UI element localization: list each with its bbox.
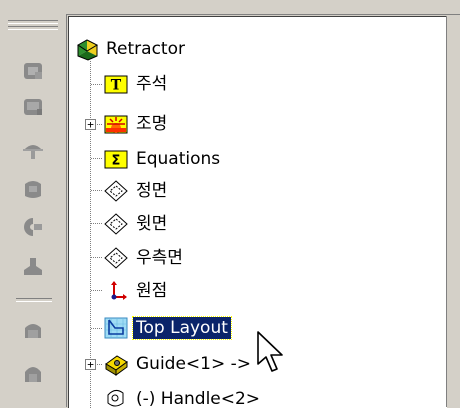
panel-scrollbar[interactable] <box>446 16 460 407</box>
panel-header <box>66 0 460 14</box>
tree-item-label: 윗면 <box>136 214 168 234</box>
draft-icon[interactable] <box>20 360 46 386</box>
sketch-icon <box>103 316 129 340</box>
fillet-icon[interactable] <box>20 254 46 280</box>
tree-item-annotations[interactable]: T 주석 <box>103 70 170 98</box>
extrude-icon[interactable] <box>20 58 46 84</box>
tree-item-lights[interactable]: 조명 <box>103 110 170 138</box>
part-icon <box>103 387 129 408</box>
tree-item-handle[interactable]: (-) Handle<2> <box>103 385 263 408</box>
origin-icon <box>103 279 129 303</box>
plane-icon <box>103 212 129 236</box>
cut-icon[interactable] <box>20 214 46 240</box>
tree-item-guide[interactable]: Guide<1> -> <box>103 350 254 378</box>
mouse-cursor-icon <box>257 331 283 372</box>
svg-text:Σ: Σ <box>112 154 121 169</box>
tree-item-equations[interactable]: Σ Equations <box>103 145 223 173</box>
expand-toggle[interactable]: + <box>85 119 96 130</box>
tree-item-top-plane[interactable]: 윗면 <box>103 210 170 238</box>
annotations-icon: T <box>103 72 129 96</box>
sweep-icon[interactable] <box>20 136 46 162</box>
tree-item-label: 원점 <box>136 281 168 301</box>
svg-text:T: T <box>111 78 122 94</box>
equations-icon: Σ <box>103 147 129 171</box>
tree-item-label: Guide<1> -> <box>136 354 252 374</box>
tree-item-label: Top Layout <box>132 316 232 340</box>
tree-item-right-plane[interactable]: 우측면 <box>103 244 186 272</box>
tree-item-label: 조명 <box>136 114 168 134</box>
tree-root[interactable]: Retractor <box>75 35 188 63</box>
toolbar-grip-2[interactable] <box>8 26 58 30</box>
toolbar-grip[interactable] <box>8 20 58 24</box>
tree-item-origin[interactable]: 원점 <box>103 277 170 305</box>
lights-icon <box>103 112 129 136</box>
part-icon <box>103 352 129 376</box>
plane-icon <box>103 179 129 203</box>
tree-item-front-plane[interactable]: 정면 <box>103 177 170 205</box>
revolve-icon[interactable] <box>20 94 46 120</box>
tree-item-top-layout[interactable]: Top Layout <box>103 314 232 342</box>
shell-icon[interactable] <box>20 318 46 344</box>
tree-item-label: 주석 <box>136 74 168 94</box>
toolbar-separator <box>16 298 52 302</box>
expand-toggle[interactable]: + <box>85 359 96 370</box>
loft-icon[interactable] <box>20 176 46 202</box>
tree-item-label: Equations <box>136 149 221 169</box>
tree-item-label: (-) Handle<2> <box>136 389 261 408</box>
plane-icon <box>103 246 129 270</box>
feature-toolbar <box>0 0 66 407</box>
assembly-icon <box>75 37 101 61</box>
tree-item-label: 정면 <box>136 181 168 201</box>
tree-item-label: 우측면 <box>136 248 183 268</box>
tree-root-label: Retractor <box>106 39 185 59</box>
